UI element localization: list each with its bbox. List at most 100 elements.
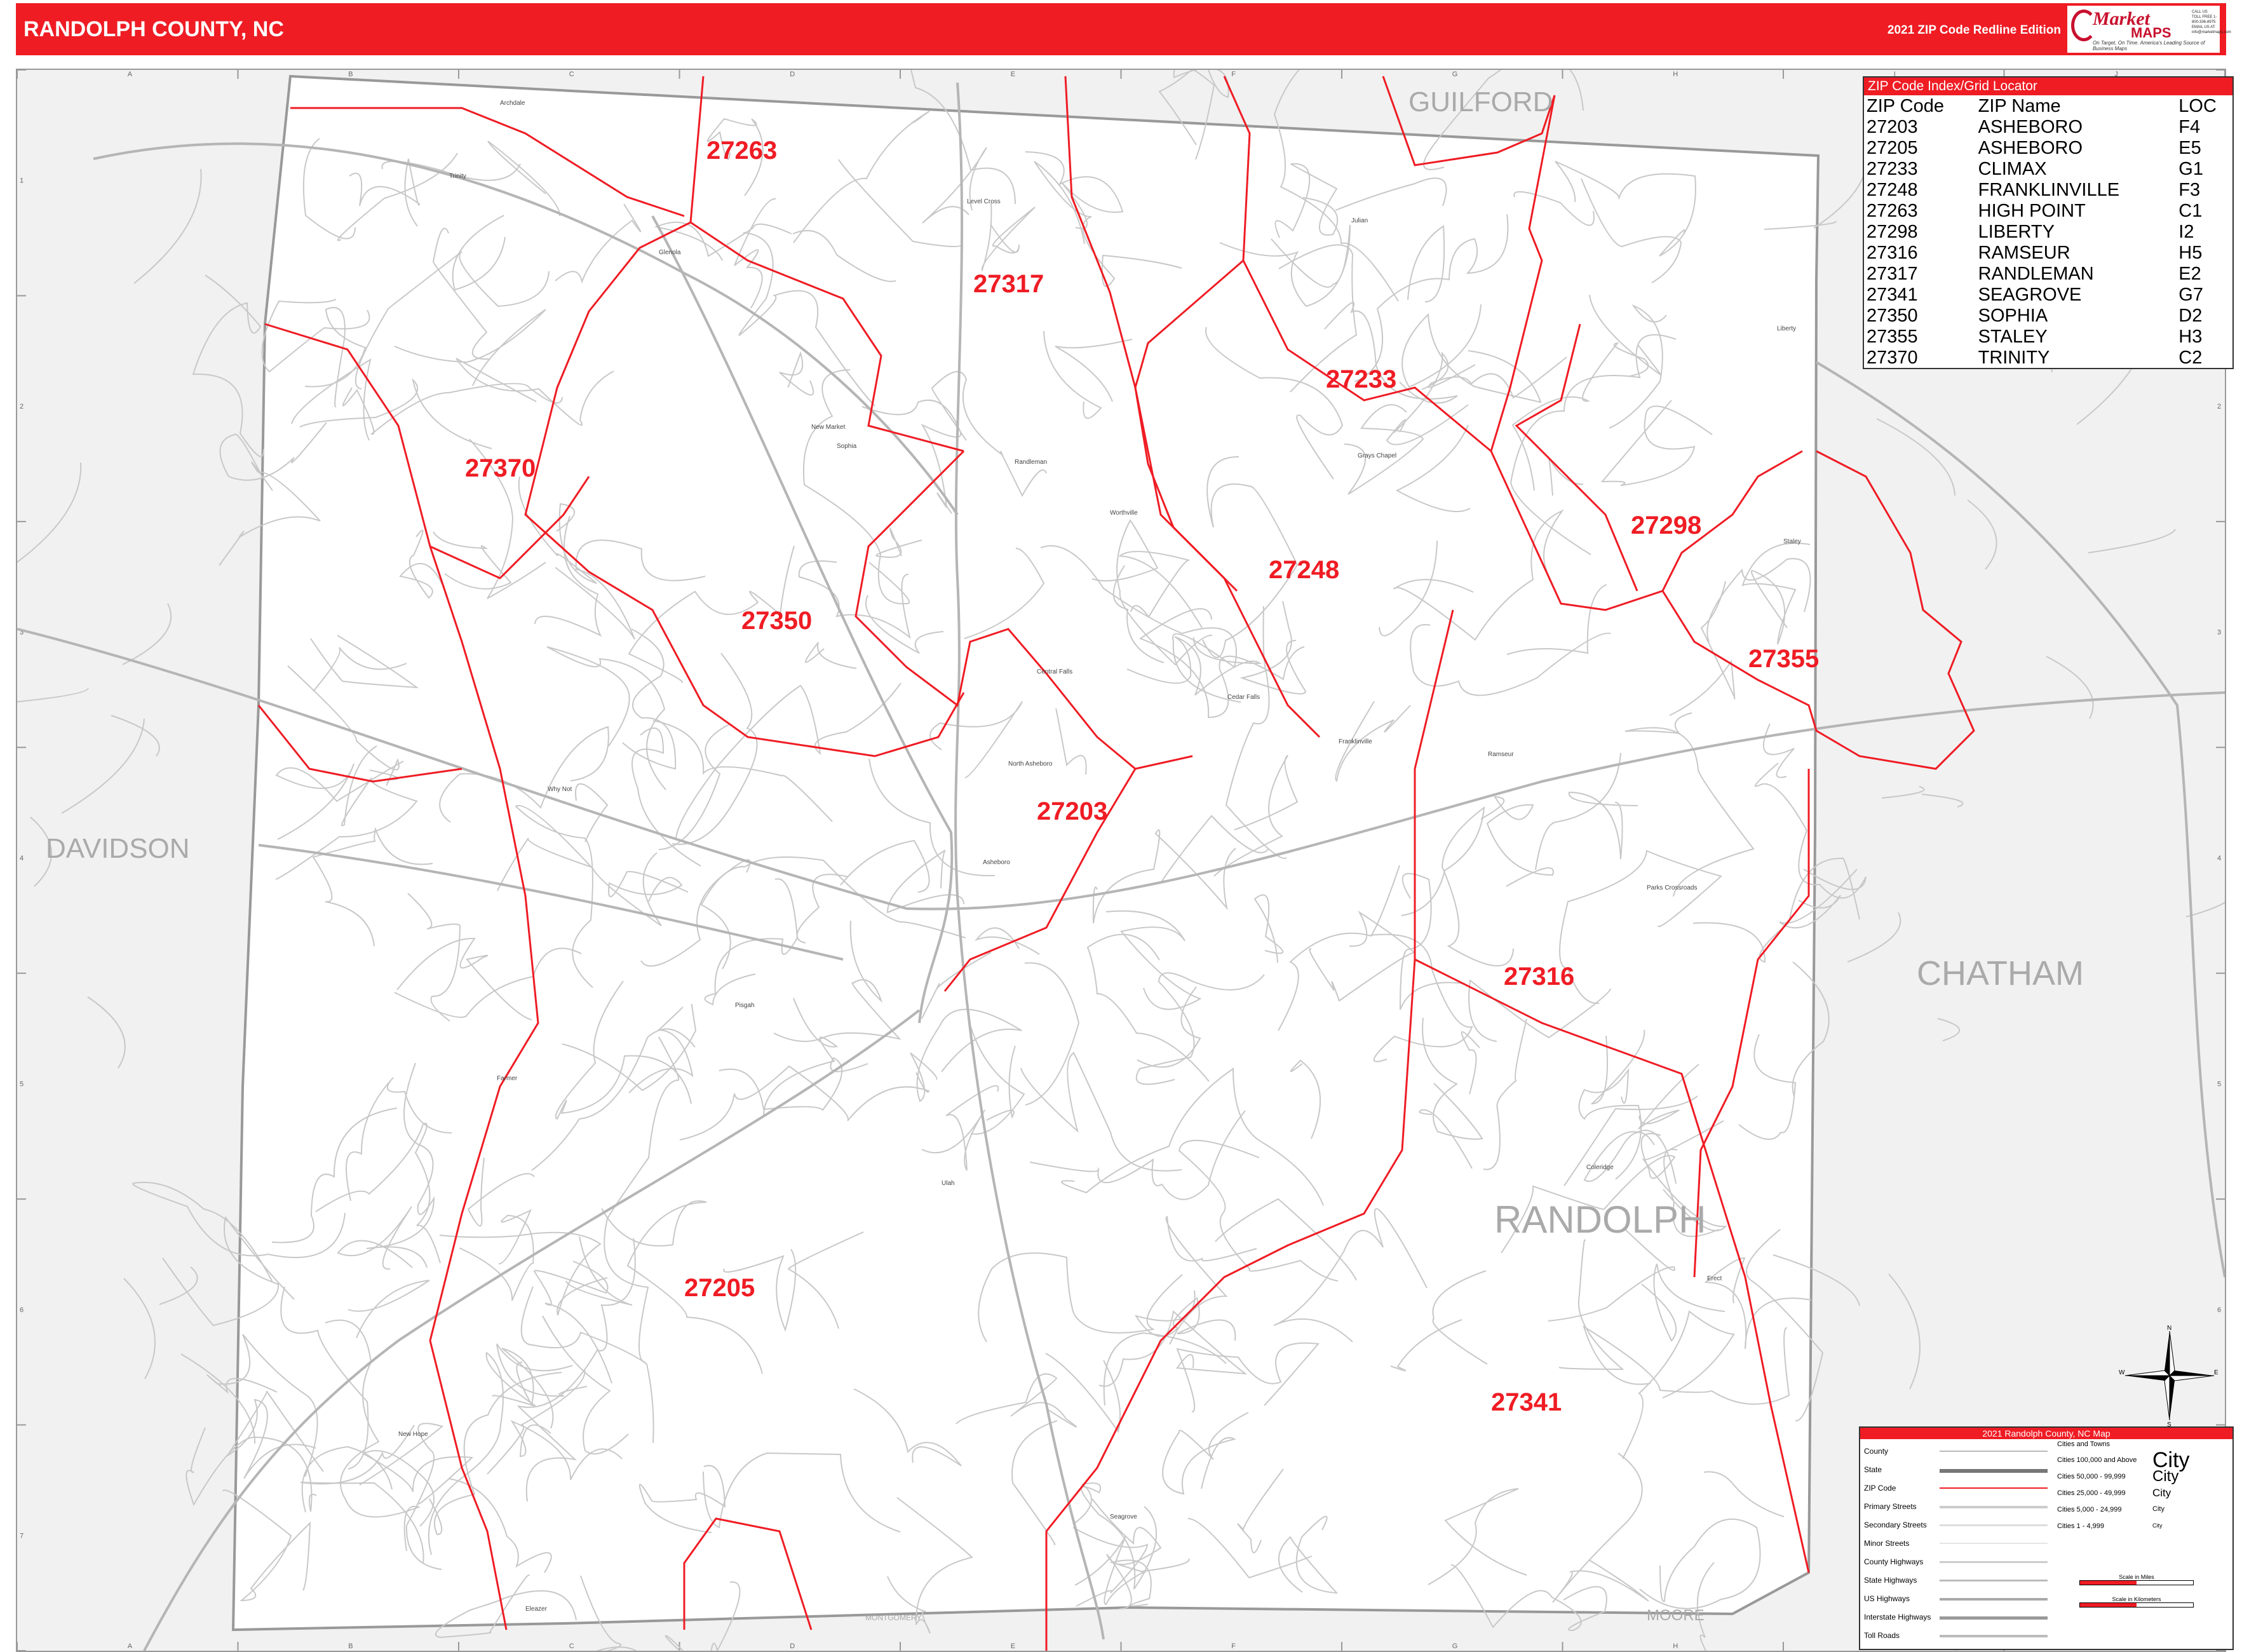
- place-label: Farmer: [497, 1075, 518, 1082]
- grid-row-label: 2: [2217, 403, 2221, 410]
- legend-item: Primary Streets: [1864, 1502, 1917, 1511]
- county-label-chatham: CHATHAM: [1917, 954, 2084, 992]
- col-loc: LOC: [2178, 95, 2217, 116]
- grid-column-label: F: [1231, 1642, 1236, 1650]
- loc-cell: H5: [2178, 242, 2203, 263]
- zip-index-row: 27248 FRANKLINVILLE F3: [1864, 179, 2232, 200]
- grid-column-label: G: [1452, 1642, 1458, 1650]
- grid-row-label: 3: [2217, 629, 2221, 637]
- col-zip-code: ZIP Code: [1867, 95, 1944, 116]
- grid-row-label: 6: [20, 1306, 24, 1314]
- city-class-item: Cities 100,000 and Above: [2057, 1456, 2137, 1464]
- zip-label-27355: 27355: [1748, 645, 1819, 673]
- grid-column-label: F: [1231, 71, 1236, 78]
- place-label: Ulah: [942, 1180, 955, 1187]
- grid-row-label: 6: [2217, 1306, 2221, 1314]
- zip-name-cell: RAMSEUR: [1978, 242, 2070, 263]
- legend-item: Minor Streets: [1864, 1539, 1910, 1548]
- legend-item: Toll Roads: [1864, 1631, 1900, 1640]
- legend-title: 2021 Randolph County, NC Map: [1860, 1428, 2232, 1439]
- place-label: Trinity: [449, 173, 466, 180]
- loc-cell: C1: [2178, 200, 2203, 221]
- zip-code-cell: 27370: [1867, 347, 1918, 368]
- zip-name-cell: ASHEBORO: [1978, 137, 2083, 158]
- zip-index-table: ZIP Code ZIP Name LOC 27203 ASHEBORO F4 272…: [1864, 95, 2232, 368]
- compass-w: W: [2119, 1369, 2125, 1376]
- zip-code-cell: 27263: [1867, 200, 1918, 221]
- zip-code-cell: 27350: [1867, 305, 1918, 326]
- map-header: RANDOLPH COUNTY, NC 2021 ZIP Code Redlin…: [16, 3, 2231, 55]
- zip-label-27341: 27341: [1491, 1388, 1562, 1416]
- zip-index-row: 27350 SOPHIA D2: [1864, 305, 2232, 326]
- grid-column-label: E: [1011, 71, 1015, 78]
- legend-line-sample: [1940, 1451, 2048, 1452]
- county-label-randolph: RANDOLPH: [1494, 1198, 1706, 1241]
- place-label: Asheboro: [983, 859, 1010, 866]
- scale-km: Scale in Kilometers: [2079, 1596, 2194, 1608]
- scale-miles-label: Scale in Miles: [2119, 1574, 2154, 1580]
- loc-cell: G7: [2178, 284, 2203, 305]
- legend-item: State Highways: [1864, 1576, 1917, 1585]
- zip-label-27203: 27203: [1037, 797, 1107, 825]
- legend-item: ZIP Code: [1864, 1484, 1896, 1493]
- place-label: Pisgah: [735, 1002, 755, 1009]
- zip-index-header: ZIP Code Index/Grid Locator: [1864, 78, 2232, 95]
- grid-column-label: B: [348, 71, 353, 78]
- grid-column-label: H: [1673, 1642, 1678, 1650]
- place-label: Grays Chapel: [1358, 452, 1396, 459]
- place-label: Seagrove: [1110, 1513, 1137, 1520]
- place-label: Archdale: [500, 100, 525, 107]
- grid-column-label: D: [790, 71, 795, 78]
- legend-line-sample: [1940, 1561, 2048, 1563]
- scale-bar-km: [2079, 1602, 2194, 1608]
- place-label: Franklinville: [1339, 738, 1372, 745]
- zip-index-row: 27317 RANDLEMAN E2: [1864, 263, 2232, 284]
- zip-code-cell: 27203: [1867, 116, 1918, 137]
- map-title: RANDOLPH COUNTY, NC: [24, 17, 284, 41]
- zip-label-27316: 27316: [1504, 963, 1574, 991]
- grid-row-label: 4: [20, 855, 24, 862]
- grid-column-label: G: [1452, 71, 1458, 78]
- zip-name-cell: ASHEBORO: [1978, 116, 2083, 137]
- zip-index-row: 27263 HIGH POINT C1: [1864, 200, 2232, 221]
- place-label: Sophia: [837, 443, 857, 450]
- grid-row-label: 5: [2217, 1080, 2221, 1088]
- grid-row-label: 7: [20, 1532, 24, 1540]
- zip-label-27233: 27233: [1326, 365, 1396, 393]
- logo-contact: CALL US TOLL FREE 1-800-336-8975 EMAIL U…: [2192, 10, 2231, 34]
- scale-miles: Scale in Miles: [2079, 1574, 2194, 1585]
- map-legend: 2021 Randolph County, NC Map County State…: [1859, 1426, 2234, 1650]
- grid-row-label: 2: [20, 403, 24, 410]
- zip-index-header-row: ZIP Code ZIP Name LOC: [1864, 95, 2232, 116]
- loc-cell: D2: [2178, 305, 2203, 326]
- loc-cell: I2: [2178, 221, 2194, 242]
- place-label: Eleazer: [525, 1606, 548, 1613]
- legend-item: State: [1864, 1465, 1882, 1474]
- place-label: Liberty: [1777, 325, 1796, 332]
- place-label: Central Falls: [1037, 668, 1072, 675]
- zip-label-27298: 27298: [1631, 511, 1701, 539]
- place-label: Glenola: [659, 249, 681, 256]
- zip-code-cell: 27233: [1867, 158, 1918, 179]
- zip-name-cell: SOPHIA: [1978, 305, 2048, 326]
- city-class-item: Cities 50,000 - 99,999: [2057, 1473, 2126, 1480]
- county-label-moore: MOORE: [1647, 1607, 1705, 1624]
- loc-cell: F4: [2178, 116, 2201, 137]
- zip-name-cell: RANDLEMAN: [1978, 263, 2094, 284]
- zip-code-cell: 27355: [1867, 326, 1918, 347]
- zip-label-27350: 27350: [741, 607, 812, 635]
- randolph-county-area: [231, 74, 1820, 1632]
- county-label-montgomery: MONTGOMERY: [865, 1613, 921, 1622]
- legend-line-sample: [1940, 1616, 2048, 1620]
- zip-label-27370: 27370: [465, 454, 536, 482]
- grid-column-label: D: [790, 1642, 795, 1650]
- legend-line-sample: [1940, 1469, 2048, 1473]
- city-class-item: Cities 25,000 - 49,999: [2057, 1489, 2126, 1497]
- compass-n: N: [2167, 1325, 2171, 1332]
- legend-item: US Highways: [1864, 1594, 1910, 1603]
- zip-index-row: 27341 SEAGROVE G7: [1864, 284, 2232, 305]
- place-label: Cedar Falls: [1227, 694, 1260, 701]
- place-label: Randleman: [1015, 459, 1047, 466]
- grid-column-label: A: [128, 71, 133, 78]
- place-label: Level Cross: [967, 198, 1001, 205]
